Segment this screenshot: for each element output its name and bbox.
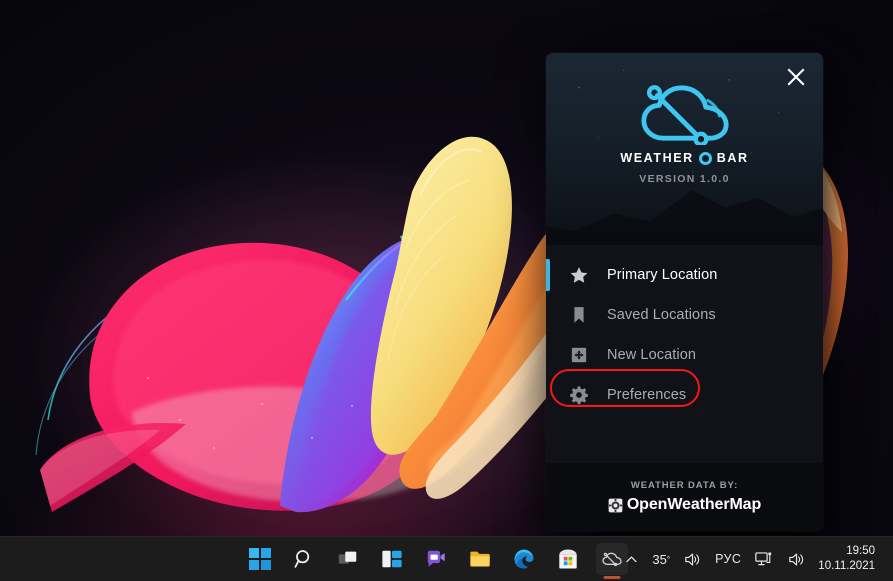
menu-item-primary-location[interactable]: Primary Location <box>546 255 823 295</box>
panel-header: WEATHER BAR VERSION 1.0.0 <box>546 53 823 245</box>
weather-bar-menu-panel: WEATHER BAR VERSION 1.0.0 Primary Locati… <box>546 53 823 531</box>
tray-temperature[interactable]: 35 ° <box>645 541 677 577</box>
tray-volume-button-2[interactable] <box>781 541 812 577</box>
logo-word-bar: BAR <box>716 151 749 165</box>
app-logo-block: WEATHER BAR VERSION 1.0.0 <box>546 83 823 185</box>
tray-temperature-value: 35 <box>652 551 667 567</box>
system-tray: 35 ° РУС 19:50 10.11.2021 <box>618 537 883 581</box>
widgets-button[interactable] <box>376 543 408 575</box>
speaker-icon <box>685 553 700 565</box>
edge-button[interactable] <box>508 543 540 575</box>
tray-volume-button[interactable] <box>677 541 708 577</box>
menu-item-label: Primary Location <box>607 267 718 283</box>
clock-time: 19:50 <box>846 544 875 557</box>
windows-logo-icon <box>249 548 271 570</box>
openweathermap-label: OpenWeatherMap <box>626 496 762 513</box>
clock-date: 10.11.2021 <box>818 560 875 572</box>
task-view-icon <box>338 551 357 564</box>
windows-taskbar: 35 ° РУС 19:50 10.11.2021 <box>0 536 893 581</box>
start-button[interactable] <box>244 543 276 575</box>
panel-footer: WEATHER DATA BY: OpenWeatherMap <box>546 463 823 531</box>
tray-degree-symbol: ° <box>666 554 671 564</box>
widgets-icon <box>382 550 402 568</box>
chat-button[interactable] <box>420 543 452 575</box>
app-version-label: VERSION 1.0.0 <box>639 173 730 185</box>
gear-icon <box>562 385 596 405</box>
logo-wordmark: WEATHER BAR <box>620 151 748 165</box>
menu-item-label: New Location <box>607 347 697 363</box>
menu-item-label: Saved Locations <box>607 307 716 323</box>
close-button[interactable] <box>775 57 817 97</box>
tray-language-indicator[interactable]: РУС <box>708 541 748 577</box>
store-button[interactable] <box>552 543 584 575</box>
close-icon <box>787 68 805 86</box>
bookmark-icon <box>562 305 596 325</box>
menu-item-new-location[interactable]: New Location <box>546 335 823 375</box>
task-view-button[interactable] <box>332 543 364 575</box>
chevron-up-icon <box>626 555 637 562</box>
star-icon <box>562 265 596 285</box>
speaker-icon <box>789 553 804 565</box>
search-icon <box>294 550 310 568</box>
tray-overflow-button[interactable] <box>618 541 645 577</box>
store-icon <box>559 549 577 569</box>
plus-square-icon <box>562 345 596 365</box>
logo-ring-icon <box>698 151 712 165</box>
logo-word-weather: WEATHER <box>620 151 694 165</box>
menu-item-saved-locations[interactable]: Saved Locations <box>546 295 823 335</box>
edge-icon <box>514 549 534 569</box>
menu-item-label: Preferences <box>607 387 687 403</box>
network-monitor-icon <box>755 552 772 566</box>
desktop-screen: AM PH ds 12 37° <box>0 0 893 581</box>
weather-bar-logo-icon <box>641 85 729 145</box>
chat-icon <box>427 550 445 567</box>
menu-list: Primary Location Saved Locations New Loc… <box>546 245 823 415</box>
tray-network-button[interactable] <box>748 541 781 577</box>
search-button[interactable] <box>288 543 320 575</box>
taskbar-clock[interactable]: 19:50 10.11.2021 <box>812 540 883 578</box>
weather-data-credit-label: WEATHER DATA BY: <box>630 480 739 491</box>
openweathermap-link[interactable]: OpenWeatherMap <box>608 496 761 514</box>
file-explorer-button[interactable] <box>464 543 496 575</box>
openweathermap-icon <box>608 498 623 512</box>
folder-icon <box>470 551 490 567</box>
taskbar-buttons <box>244 543 628 579</box>
menu-item-preferences[interactable]: Preferences <box>546 369 823 415</box>
